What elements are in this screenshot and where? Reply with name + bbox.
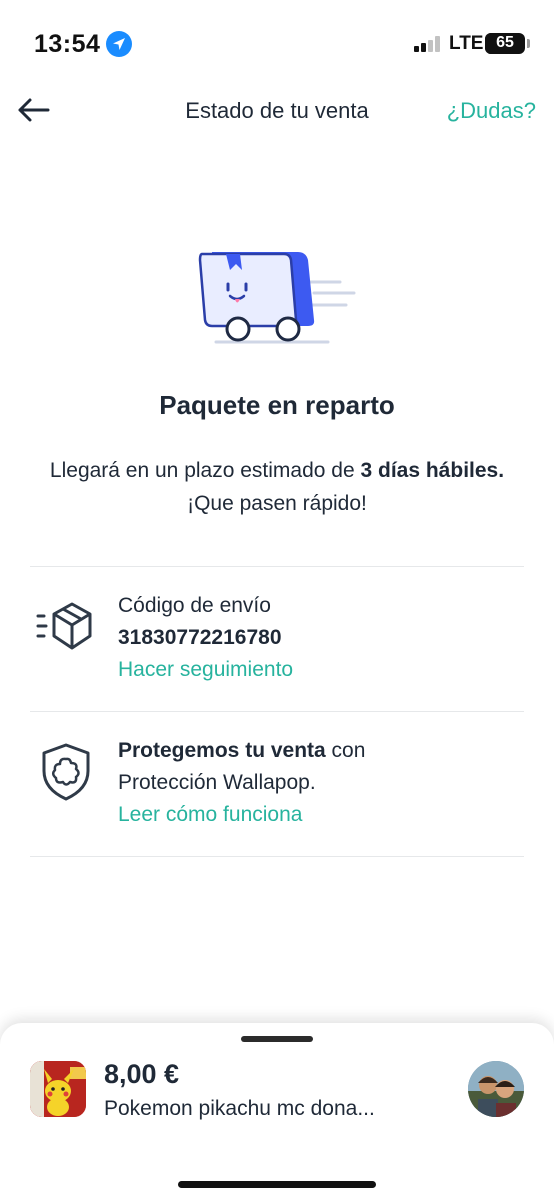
delivery-status-title: Paquete en reparto: [159, 390, 395, 420]
buyer-photo: [468, 1061, 524, 1117]
shipping-code-value: 31830772216780: [118, 626, 282, 649]
battery-tip: [527, 39, 530, 48]
protection-row: Protegemos tu venta con Protección Walla…: [30, 735, 524, 835]
divider: [30, 856, 524, 857]
protection-with: con: [325, 739, 366, 762]
battery-percent: 65: [496, 34, 514, 51]
delivery-truck-illustration: [198, 252, 356, 344]
pikachu-figure-image: [30, 1061, 86, 1117]
status-bar: 13:54 LTE 65: [0, 0, 554, 90]
sheet-drag-handle[interactable]: [241, 1036, 313, 1042]
status-time: 13:54: [34, 30, 101, 58]
cellular-signal-icon: [414, 36, 442, 52]
top-navigation: Estado de tu venta ¿Dudas?: [0, 90, 554, 130]
protection-line2: Protección Wallapop.: [118, 771, 316, 794]
home-indicator: [178, 1181, 376, 1188]
network-type: LTE: [449, 33, 484, 54]
how-it-works-link[interactable]: Leer cómo funciona: [118, 799, 302, 831]
shipping-code-row: Código de envío 31830772216780 Hacer seg…: [30, 590, 524, 690]
delivery-status-description: Llegará en un plazo estimado de 3 días h…: [40, 454, 514, 520]
battery-icon: 65: [485, 33, 525, 54]
package-shipping-icon: [36, 602, 92, 650]
product-bottom-sheet[interactable]: 8,00 € Pokemon pikachu mc dona...: [0, 1023, 554, 1200]
shield-protection-icon: [42, 743, 90, 801]
protection-line1: Protegemos tu venta con: [118, 735, 365, 767]
location-arrow-icon: [106, 31, 132, 57]
protection-bold: Protegemos tu venta: [118, 739, 326, 762]
protection-info: Protegemos tu venta con Protección Walla…: [118, 735, 365, 831]
description-suffix: ¡Que pasen rápido!: [187, 492, 367, 515]
help-link[interactable]: ¿Dudas?: [447, 98, 536, 124]
description-days: 3 días hábiles.: [360, 459, 505, 482]
buyer-avatar[interactable]: [468, 1061, 524, 1117]
track-shipment-link[interactable]: Hacer seguimiento: [118, 654, 293, 686]
product-thumbnail[interactable]: [30, 1061, 86, 1117]
shipping-code-label: Código de envío: [118, 594, 271, 617]
description-prefix: Llegará en un plazo estimado de: [49, 459, 361, 482]
product-price: 8,00 €: [104, 1059, 180, 1089]
divider: [30, 711, 524, 712]
shipping-info: Código de envío 31830772216780 Hacer seg…: [118, 590, 293, 686]
product-title: Pokemon pikachu mc dona...: [104, 1097, 375, 1120]
divider: [30, 566, 524, 567]
